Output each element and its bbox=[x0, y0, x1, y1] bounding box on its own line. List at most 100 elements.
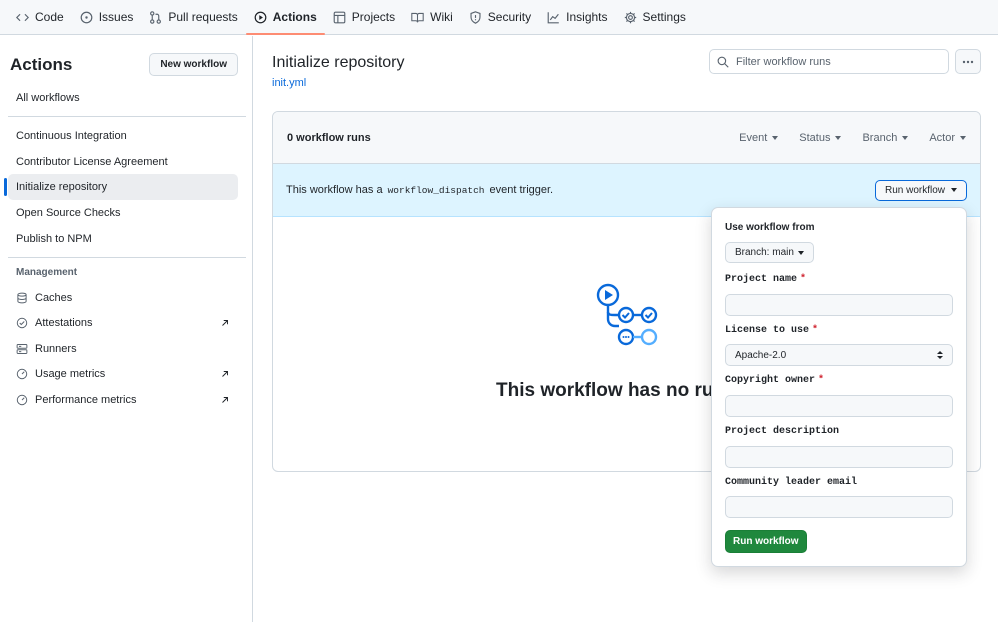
meter-icon bbox=[16, 368, 28, 380]
sidebar-header: Actions New workflow bbox=[0, 36, 252, 76]
field-label-text: Project name bbox=[725, 274, 798, 285]
code-icon bbox=[16, 13, 29, 21]
tab-pull-requests[interactable]: Pull requests bbox=[141, 0, 245, 34]
branch-label: Branch: main bbox=[735, 247, 794, 258]
required-marker: * bbox=[818, 375, 825, 386]
kebab-horizontal-icon bbox=[962, 60, 974, 63]
filter-runs-input[interactable] bbox=[736, 55, 936, 68]
sidebar-item-attestations[interactable]: Attestations bbox=[8, 310, 238, 336]
license-selected-value: Apache-2.0 bbox=[735, 349, 787, 361]
runs-count: 0 workflow runs bbox=[287, 131, 371, 144]
chevron-down-icon bbox=[772, 135, 779, 140]
search-icon bbox=[717, 56, 729, 68]
tab-label: Projects bbox=[351, 10, 396, 24]
sidebar-item-label: Attestations bbox=[35, 317, 93, 329]
sidebar-item-caches[interactable]: Caches bbox=[8, 285, 238, 310]
chevron-down-icon bbox=[960, 135, 966, 140]
graph-icon bbox=[547, 11, 559, 23]
tab-insights[interactable]: Insights bbox=[539, 0, 615, 34]
shield-icon bbox=[470, 10, 481, 24]
tab-label: Code bbox=[35, 10, 64, 24]
tab-label: Issues bbox=[98, 10, 134, 24]
actor-filter-dropdown[interactable]: Actor bbox=[929, 132, 966, 144]
sidebar-title: Actions bbox=[10, 54, 73, 74]
sidebar-item-label: Runners bbox=[35, 342, 77, 355]
use-workflow-from-label: Use workflow from bbox=[725, 222, 815, 233]
tab-actions[interactable]: Actions bbox=[245, 0, 325, 35]
more-options-button[interactable] bbox=[955, 49, 981, 74]
chevron-down-icon bbox=[797, 250, 804, 255]
verified-icon bbox=[16, 317, 28, 329]
field-label-text: License to use bbox=[725, 325, 810, 336]
runs-header: 0 workflow runs Event Status Branch Acto… bbox=[273, 112, 980, 164]
field-label-text: Copyright owner bbox=[725, 375, 816, 386]
tab-issues[interactable]: Issues bbox=[72, 0, 142, 34]
repo-nav: Code Issues Pull requests Actions Projec… bbox=[0, 0, 998, 35]
table-icon bbox=[333, 11, 346, 23]
dispatch-text: event trigger. bbox=[489, 184, 554, 196]
tab-label: Wiki bbox=[430, 10, 453, 24]
filter-runs-field[interactable] bbox=[709, 49, 949, 74]
project-name-label: Project name * bbox=[725, 274, 806, 285]
branch-filter-dropdown[interactable]: Branch bbox=[862, 132, 909, 144]
sidebar-item-label: Continuous Integration bbox=[16, 130, 127, 142]
run-workflow-dropdown-button[interactable]: Run workflow bbox=[874, 179, 967, 201]
tab-label: Pull requests bbox=[168, 10, 238, 24]
sidebar-item-initialize-repository[interactable]: Initialize repository bbox=[4, 174, 238, 200]
filter-label: Event bbox=[739, 131, 768, 144]
tab-label: Settings bbox=[642, 10, 686, 24]
tab-security[interactable]: Security bbox=[461, 0, 539, 34]
actions-sidebar: Actions New workflow All workflows Conti… bbox=[0, 36, 253, 622]
sidebar-item-publish-to-npm[interactable]: Publish to NPM bbox=[8, 226, 238, 251]
external-link-icon bbox=[222, 320, 228, 326]
sidebar-item-continuous-integration[interactable]: Continuous Integration bbox=[8, 123, 238, 149]
chevron-down-icon bbox=[835, 135, 842, 140]
pull-request-icon bbox=[150, 10, 162, 24]
leader-email-label: Community leader email bbox=[725, 477, 858, 488]
license-select[interactable]: Apache-2.0 bbox=[725, 344, 953, 366]
chevron-down-icon bbox=[902, 135, 909, 140]
play-icon bbox=[254, 11, 267, 23]
filter-label: Status bbox=[799, 131, 831, 144]
copyright-owner-field[interactable] bbox=[725, 395, 953, 417]
tab-projects[interactable]: Projects bbox=[325, 0, 403, 34]
workflow-file-link[interactable]: init.yml bbox=[272, 77, 306, 89]
dispatch-code: workflow_dispatch bbox=[387, 184, 485, 196]
leader-email-field[interactable] bbox=[725, 496, 953, 518]
database-icon bbox=[17, 292, 27, 303]
sidebar-item-label: Initialize repository bbox=[16, 181, 108, 193]
required-marker: * bbox=[812, 325, 819, 336]
tab-wiki[interactable]: Wiki bbox=[403, 0, 461, 34]
sidebar-item-usage-metrics[interactable]: Usage metrics bbox=[8, 361, 238, 387]
sidebar-item-label: Performance metrics bbox=[35, 393, 137, 406]
run-workflow-submit-button[interactable]: Run workflow bbox=[725, 530, 807, 553]
project-description-field[interactable] bbox=[725, 446, 953, 468]
event-filter-dropdown[interactable]: Event bbox=[739, 131, 779, 144]
copyright-owner-label: Copyright owner * bbox=[725, 375, 824, 386]
sidebar-item-label: Contributor License Agreement bbox=[16, 155, 168, 168]
new-workflow-button[interactable]: New workflow bbox=[149, 53, 238, 76]
chevron-down-icon bbox=[951, 188, 957, 192]
branch-select-button[interactable]: Branch: main bbox=[725, 242, 814, 263]
sidebar-item-open-source-checks[interactable]: Open Source Checks bbox=[8, 200, 238, 226]
sidebar-item-all-workflows[interactable]: All workflows bbox=[8, 85, 238, 110]
run-workflow-label: Run workflow bbox=[884, 184, 945, 196]
tab-code[interactable]: Code bbox=[8, 0, 72, 34]
sidebar-item-contributor-license-agreement[interactable]: Contributor License Agreement bbox=[8, 149, 238, 174]
server-icon bbox=[16, 343, 28, 354]
status-filter-dropdown[interactable]: Status bbox=[799, 131, 842, 144]
project-name-field[interactable] bbox=[725, 294, 953, 316]
sidebar-item-performance-metrics[interactable]: Performance metrics bbox=[8, 387, 238, 412]
external-link-icon bbox=[222, 396, 228, 403]
runs-filters: Event Status Branch Actor bbox=[739, 132, 966, 144]
tab-label: Security bbox=[487, 10, 532, 24]
sidebar-item-label: Publish to NPM bbox=[16, 232, 92, 245]
sidebar-item-label: All workflows bbox=[16, 91, 80, 104]
workflow-illustration bbox=[596, 283, 658, 346]
meter-icon bbox=[16, 394, 28, 405]
tab-settings[interactable]: Settings bbox=[616, 0, 694, 34]
sidebar-item-runners[interactable]: Runners bbox=[8, 336, 238, 361]
external-link-icon bbox=[222, 371, 228, 377]
project-description-label: Project description bbox=[725, 426, 840, 437]
management-heading: Management bbox=[16, 267, 78, 278]
